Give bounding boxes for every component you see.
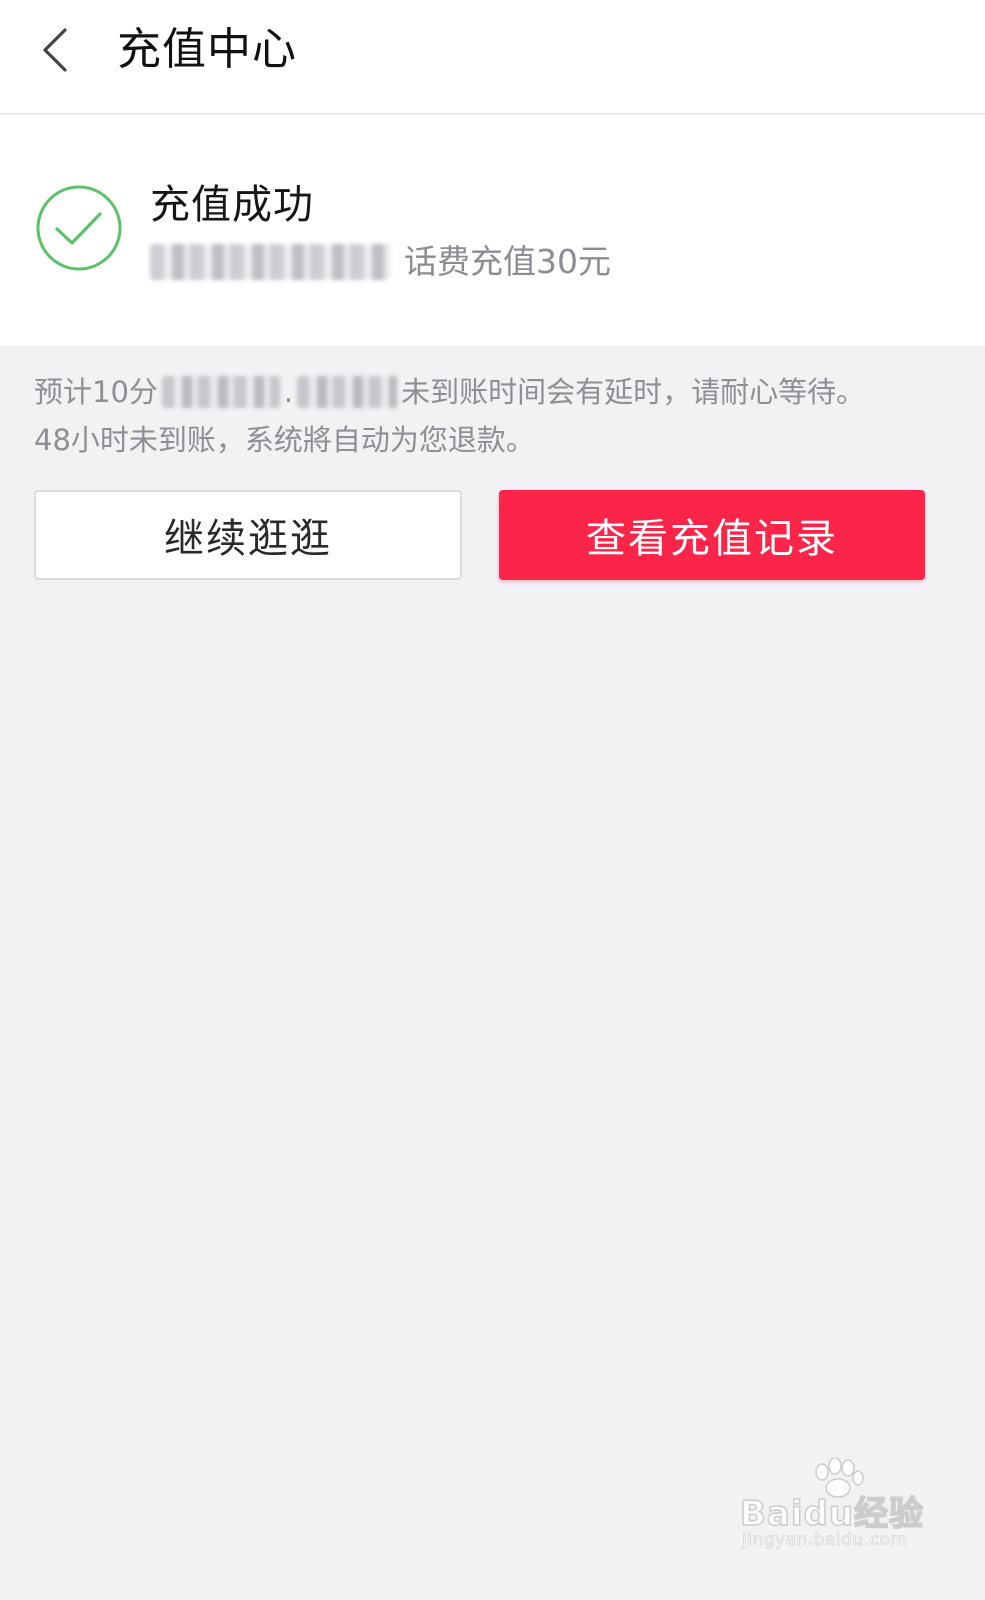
masked-text: [161, 376, 280, 408]
back-button[interactable]: [24, 18, 84, 82]
result-title: 充值成功: [150, 182, 314, 228]
chevron-left-icon: [43, 28, 67, 72]
result-detail-row: 话费充值30元: [150, 237, 611, 287]
watermark-url: jingyan.baidu.com: [742, 1530, 908, 1551]
masked-text: [297, 376, 398, 408]
notice-line-1: 预计10分 . 未到账时间会有延时，请耐心等待。: [34, 368, 954, 416]
watermark-brand: Baidu经验: [739, 1493, 925, 1535]
app-header: 充值中心: [0, 0, 985, 114]
baidu-jingyan-watermark: Baidu经验 jingyan.baidu.com: [738, 1458, 928, 1556]
result-detail: 话费充值30元: [404, 242, 611, 281]
notice-separator: .: [283, 375, 294, 409]
check-circle-icon: [36, 185, 122, 271]
notice-line-1-suffix: 未到账时间会有延时，请耐心等待。: [401, 375, 866, 409]
notice-line-1-prefix: 预计10分: [34, 375, 158, 409]
notice-line-2: 48小时未到账，系统將自动为您退款。: [34, 423, 535, 457]
continue-shopping-button[interactable]: 继续逛逛: [34, 490, 462, 580]
page-title: 充值中心: [117, 24, 297, 75]
view-records-button[interactable]: 查看充值记录: [499, 490, 925, 580]
masked-phone-number: [150, 244, 390, 280]
recharge-result-card: 充值成功 话费充值30元: [0, 115, 985, 346]
arrival-notice: 预计10分 . 未到账时间会有延时，请耐心等待。 48小时未到账，系统將自动为您…: [34, 368, 954, 464]
